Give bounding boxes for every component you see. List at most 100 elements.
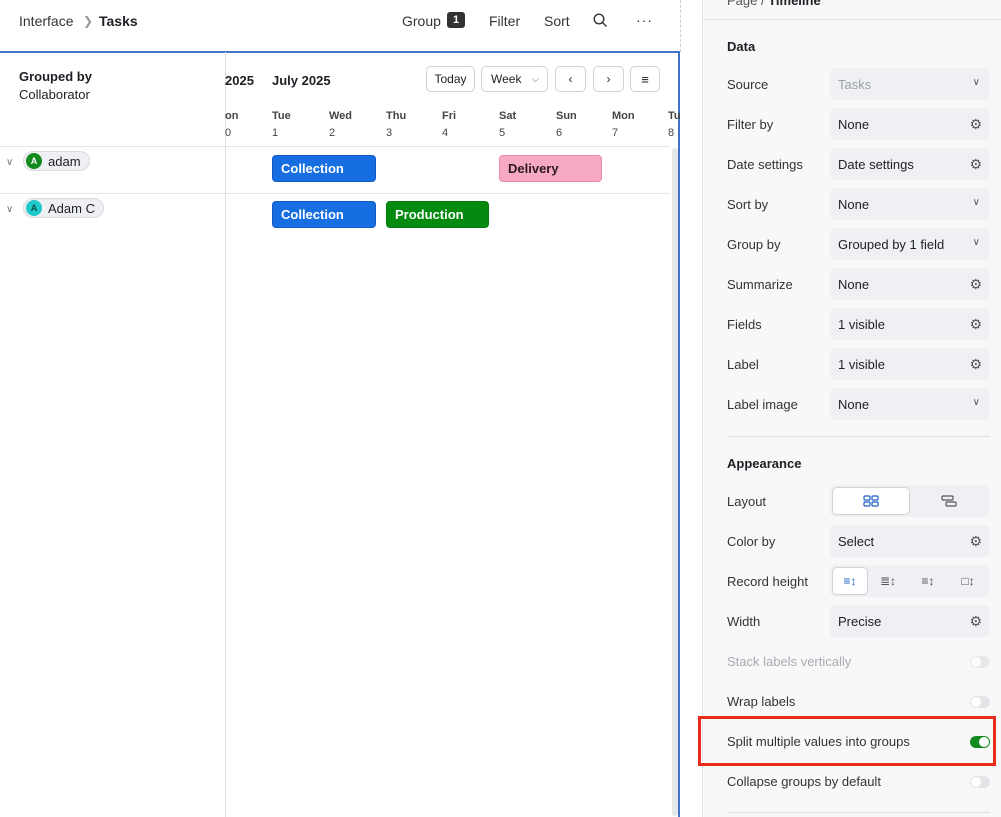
prev-month-label: 2025 bbox=[225, 73, 254, 88]
group-name: adam bbox=[48, 153, 81, 169]
grouped-by-title: Grouped by bbox=[19, 69, 92, 84]
gear-icon: ⚙ bbox=[969, 116, 982, 132]
chevron-right-icon: › bbox=[606, 72, 611, 86]
event-label: Delivery bbox=[508, 161, 559, 176]
height-large-icon[interactable]: ≡↕ bbox=[908, 567, 948, 595]
day-number: 3 bbox=[386, 127, 393, 139]
field-label: Label bbox=[727, 357, 759, 372]
timeline-event[interactable]: Collection bbox=[272, 201, 376, 228]
chevron-down-icon: ∨ bbox=[972, 77, 980, 88]
toggle-knob bbox=[971, 697, 981, 707]
field-value: Date settings bbox=[838, 156, 914, 172]
panel-crumb-title: Timeline bbox=[768, 0, 821, 8]
label-image-select[interactable]: None ∨ bbox=[830, 388, 990, 420]
height-xlarge-icon[interactable]: □↕ bbox=[948, 567, 988, 595]
day-name: Sat bbox=[499, 110, 517, 122]
height-medium-icon[interactable]: ≣↕ bbox=[868, 567, 908, 595]
group-name: Adam C bbox=[48, 200, 95, 216]
day-name: Sun bbox=[556, 110, 577, 122]
gear-icon: ⚙ bbox=[969, 356, 982, 372]
width-field[interactable]: Precise ⚙ bbox=[830, 605, 990, 637]
today-label: Today bbox=[434, 72, 467, 86]
height-compact-icon[interactable]: ≡↕ bbox=[832, 567, 868, 595]
prev-button[interactable]: ‹ bbox=[555, 66, 586, 92]
day-name: Tue bbox=[272, 110, 291, 122]
layout-stacked-icon[interactable] bbox=[910, 487, 988, 515]
timeline-event[interactable]: Collection bbox=[272, 155, 376, 182]
chevron-down-icon: ∨ bbox=[972, 397, 980, 408]
field-label: Sort by bbox=[727, 197, 769, 212]
gear-icon: ⚙ bbox=[969, 316, 982, 332]
toggle-label: Wrap labels bbox=[727, 694, 796, 709]
divider bbox=[680, 0, 681, 52]
chevron-down-icon[interactable]: ∨ bbox=[6, 157, 13, 168]
chevron-right-icon: ❯ bbox=[83, 14, 94, 28]
timeline-event[interactable]: Delivery bbox=[499, 155, 602, 182]
layout-grouped-icon[interactable] bbox=[832, 487, 910, 515]
chevron-down-icon: ∨ bbox=[972, 197, 980, 208]
today-button[interactable]: Today bbox=[426, 66, 475, 92]
chevron-down-icon: ∨ bbox=[972, 237, 980, 248]
sort-button[interactable]: Sort bbox=[544, 13, 570, 29]
group-button[interactable]: Group bbox=[402, 13, 441, 29]
field-label: Label image bbox=[727, 397, 798, 412]
field-label: Date settings bbox=[727, 157, 803, 172]
field-label: Source bbox=[727, 77, 769, 92]
menu-button[interactable]: ≡ bbox=[630, 66, 660, 92]
day-number: 7 bbox=[612, 127, 619, 139]
field-label: Fields bbox=[727, 317, 762, 332]
event-label: Collection bbox=[281, 161, 344, 176]
label-field[interactable]: 1 visible ⚙ bbox=[830, 348, 990, 380]
day-number: 2 bbox=[329, 127, 336, 139]
row-divider bbox=[0, 193, 670, 194]
field-label: Filter by bbox=[727, 117, 774, 132]
month-label: July 2025 bbox=[272, 73, 331, 88]
panel-header: Page / Timeline bbox=[703, 0, 1001, 20]
breadcrumb-root[interactable]: Interface bbox=[19, 13, 73, 29]
field-label: Summarize bbox=[727, 277, 793, 292]
gear-icon: ⚙ bbox=[969, 276, 982, 292]
scrollbar[interactable] bbox=[672, 148, 678, 816]
field-value: Tasks bbox=[838, 76, 872, 92]
event-label: Collection bbox=[281, 207, 344, 222]
chevron-left-icon: ‹ bbox=[568, 72, 573, 86]
day-name: Thu bbox=[386, 110, 407, 122]
date-settings-field[interactable]: Date settings ⚙ bbox=[830, 148, 990, 180]
field-label: Color by bbox=[727, 534, 776, 549]
settings-panel: Page / Timeline Data Source Tasks ∨ Filte… bbox=[702, 0, 1001, 817]
group-by-select[interactable]: Grouped by 1 field ∨ bbox=[830, 228, 990, 260]
collapse-groups-toggle[interactable] bbox=[970, 776, 990, 788]
filter-by-field[interactable]: None ⚙ bbox=[830, 108, 990, 140]
group-pill: A adam bbox=[23, 151, 90, 171]
day-name: Mon bbox=[612, 110, 635, 122]
avatar: A bbox=[26, 153, 42, 169]
gear-icon: ⚙ bbox=[969, 156, 982, 172]
field-value: Select bbox=[838, 533, 875, 549]
timeline-event[interactable]: Production bbox=[386, 201, 489, 228]
day-name: Wed bbox=[329, 110, 353, 122]
group-pill: A Adam C bbox=[23, 198, 104, 218]
chevron-down-icon[interactable]: ∨ bbox=[6, 204, 13, 215]
search-icon[interactable] bbox=[593, 13, 608, 31]
gear-icon: ⚙ bbox=[969, 613, 982, 629]
section-title-data: Data bbox=[727, 39, 756, 54]
fields-field[interactable]: 1 visible ⚙ bbox=[830, 308, 990, 340]
stack-labels-toggle[interactable] bbox=[970, 656, 990, 668]
summarize-field[interactable]: None ⚙ bbox=[830, 268, 990, 300]
toggle-label: Collapse groups by default bbox=[727, 774, 881, 789]
color-by-field[interactable]: Select ⚙ bbox=[830, 525, 990, 557]
more-icon[interactable]: ··· bbox=[636, 12, 653, 28]
avatar: A bbox=[26, 200, 42, 216]
field-value: Precise bbox=[838, 613, 882, 629]
top-bar: Interface ❯ Tasks Group 1 Filter Sort ··… bbox=[0, 0, 680, 44]
sort-by-select[interactable]: None ∨ bbox=[830, 188, 990, 220]
filter-button[interactable]: Filter bbox=[489, 13, 520, 29]
group-count-badge: 1 bbox=[447, 12, 465, 28]
day-name: Fri bbox=[442, 110, 457, 122]
page-title: Tasks bbox=[99, 13, 138, 29]
next-button[interactable]: › bbox=[593, 66, 624, 92]
wrap-labels-toggle[interactable] bbox=[970, 696, 990, 708]
range-select[interactable]: Week ⌵ bbox=[481, 66, 548, 92]
field-value: 1 visible bbox=[838, 356, 885, 372]
field-value: None bbox=[838, 196, 870, 212]
